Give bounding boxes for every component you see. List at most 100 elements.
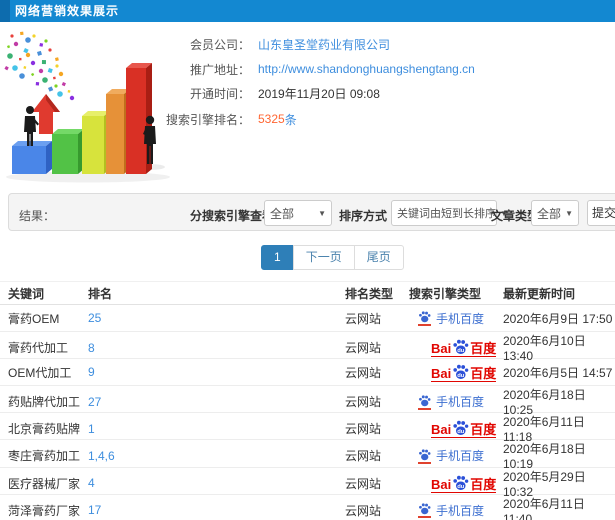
opened-label: 开通时间： bbox=[189, 86, 250, 101]
mobile-baidu-label: 手机百度 bbox=[436, 449, 485, 464]
engine-cell: 手机百度 bbox=[409, 393, 503, 410]
rank-type-cell: 云网站 bbox=[345, 365, 382, 380]
pagination-next[interactable]: 下一页 bbox=[292, 245, 355, 270]
opened-time: 2019年11月20日 09:08 bbox=[258, 86, 380, 101]
mobile-baidu-label: 手机百度 bbox=[436, 311, 485, 326]
article-filter-select[interactable]: 全部 ▼ bbox=[531, 200, 579, 226]
svg-text:du: du bbox=[457, 429, 465, 435]
header-bar: 网络营销效果展示 bbox=[0, 0, 615, 22]
dropdown-caret-icon: ▼ bbox=[565, 208, 573, 218]
engine-cell: Bai du 百度 bbox=[409, 474, 503, 493]
rank-link[interactable]: 25 bbox=[88, 311, 101, 325]
growth-arrow-icon bbox=[32, 94, 60, 134]
rank-type-cell: 云网站 bbox=[345, 476, 382, 491]
submit-button[interactable]: 提交 bbox=[587, 200, 615, 226]
svg-text:du: du bbox=[457, 348, 465, 354]
pagination-last[interactable]: 尾页 bbox=[353, 245, 404, 270]
table-row: 菏泽膏药厂家 17 云网站 手机百度 2020年6月11日 11:40 bbox=[0, 495, 615, 520]
rank-link[interactable]: 1,4,6 bbox=[88, 449, 115, 463]
header-updated: 最新更新时间 bbox=[503, 286, 576, 301]
keyword-cell: 菏泽膏药厂家 bbox=[8, 503, 81, 518]
page: 网络营销效果展示 会员公司： 山东皇圣堂药业有限公司 推广地址： http://… bbox=[0, 0, 615, 520]
header-engine-type: 搜索引擎类型 bbox=[409, 286, 482, 301]
updated-time-cell: 2020年6月5日 14:57 bbox=[503, 365, 613, 380]
baidu-logo-bai: Bai bbox=[431, 476, 452, 492]
engine-filter-select[interactable]: 全部 ▼ bbox=[264, 200, 332, 226]
rank-count-label: 搜索引擎排名： bbox=[165, 112, 250, 127]
account-info: 会员公司： 山东皇圣堂药业有限公司 推广地址： http://www.shand… bbox=[160, 30, 612, 160]
keyword-cell: OEM代加工 bbox=[8, 365, 72, 380]
baidu-logo-suffix: 百度 bbox=[470, 476, 497, 492]
engine-cell: Bai du 百度 bbox=[409, 338, 503, 358]
rank-link[interactable]: 4 bbox=[88, 476, 95, 490]
baidu-logo[interactable]: Bai du 百度 bbox=[431, 474, 497, 493]
mobile-baidu-logo[interactable]: 手机百度 bbox=[418, 310, 484, 327]
table-row: 药贴牌代加工 27 云网站 手机百度 2020年6月18日 10:25 bbox=[0, 386, 615, 417]
keyword-cell: 膏药OEM bbox=[8, 311, 60, 326]
rank-type-cell: 云网站 bbox=[345, 341, 382, 356]
baidu-paw-icon bbox=[418, 310, 431, 327]
baidu-paw-icon: du bbox=[452, 474, 469, 491]
rank-link[interactable]: 1 bbox=[88, 422, 95, 436]
baidu-paw-icon: du bbox=[452, 338, 469, 355]
info-row-opened: 开通时间： 2019年11月20日 09:08 bbox=[160, 86, 380, 101]
pagination: 1 下一页 尾页 bbox=[261, 245, 404, 270]
sort-filter-label: 排序方式 bbox=[339, 209, 388, 223]
url-label: 推广地址： bbox=[189, 62, 250, 77]
rank-type-cell: 云网站 bbox=[345, 311, 382, 326]
table-header: 关键词 排名 排名类型 搜索引擎类型 最新更新时间 bbox=[0, 281, 615, 305]
bar-green bbox=[52, 129, 84, 174]
header-keyword: 关键词 bbox=[8, 286, 45, 301]
company-label: 会员公司： bbox=[189, 37, 250, 52]
results-table: 关键词 排名 排名类型 搜索引擎类型 最新更新时间 膏药OEM 25 云网站 手… bbox=[0, 281, 615, 520]
header-rank: 排名 bbox=[88, 286, 113, 301]
rank-link[interactable]: 17 bbox=[88, 503, 101, 517]
sort-filter-select[interactable]: 关键词由短到长排序 ▼ bbox=[391, 200, 508, 226]
engine-filter-value: 全部 bbox=[270, 206, 295, 221]
mobile-baidu-logo[interactable]: 手机百度 bbox=[418, 393, 484, 410]
company-link[interactable]: 山东皇圣堂药业有限公司 bbox=[258, 36, 390, 53]
rank-count-value: 5325 bbox=[258, 112, 285, 126]
baidu-paw-icon bbox=[418, 502, 431, 519]
rank-link[interactable]: 9 bbox=[88, 365, 95, 379]
baidu-paw-icon bbox=[418, 448, 431, 464]
header-accent bbox=[0, 0, 10, 22]
updated-time-cell: 2020年6月9日 17:50 bbox=[503, 311, 613, 326]
rank-type-cell: 云网站 bbox=[345, 395, 382, 410]
baidu-logo-suffix: 百度 bbox=[470, 341, 497, 357]
svg-text:du: du bbox=[457, 483, 465, 489]
rank-type-cell: 云网站 bbox=[345, 503, 382, 518]
table-row: OEM代加工 9 云网站 Bai du 百度 2020年6月5日 14:57 bbox=[0, 359, 615, 387]
engine-cell: 手机百度 bbox=[409, 502, 503, 519]
sort-filter-value: 关键词由短到长排序 bbox=[397, 208, 496, 220]
svg-text:du: du bbox=[457, 373, 465, 379]
updated-time-cell: 2020年6月11日 11:40 bbox=[503, 496, 585, 520]
engine-cell: 手机百度 bbox=[409, 447, 503, 464]
baidu-logo-bai: Bai bbox=[431, 422, 452, 438]
table-row: 医疗器械厂家 4 云网站 Bai du 百度 2020年5月29日 10:32 bbox=[0, 468, 615, 499]
rank-link[interactable]: 8 bbox=[88, 341, 95, 355]
keyword-cell: 枣庄膏药加工 bbox=[8, 449, 81, 464]
baidu-logo[interactable]: Bai du 百度 bbox=[431, 338, 497, 358]
baidu-logo[interactable]: Bai du 百度 bbox=[431, 419, 497, 439]
article-filter-value: 全部 bbox=[537, 206, 562, 221]
keyword-cell: 膏药代加工 bbox=[8, 341, 69, 356]
info-row-rank-count: 搜索引擎排名： 5325 条 bbox=[160, 112, 297, 127]
baidu-logo[interactable]: Bai du 百度 bbox=[431, 363, 497, 382]
info-row-company: 会员公司： 山东皇圣堂药业有限公司 bbox=[160, 36, 390, 53]
page-title: 网络营销效果展示 bbox=[15, 4, 120, 18]
engine-cell: 手机百度 bbox=[409, 310, 503, 327]
rank-link[interactable]: 27 bbox=[88, 395, 101, 409]
promotion-url-link[interactable]: http://www.shandonghuangshengtang.cn bbox=[258, 62, 475, 76]
mobile-baidu-logo[interactable]: 手机百度 bbox=[418, 447, 484, 464]
confetti-dots bbox=[4, 31, 75, 101]
keyword-cell: 药贴牌代加工 bbox=[8, 395, 81, 410]
mobile-baidu-logo[interactable]: 手机百度 bbox=[418, 502, 484, 519]
keyword-cell: 医疗器械厂家 bbox=[8, 476, 81, 491]
rank-count-suffix: 条 bbox=[284, 112, 297, 127]
pagination-page-1[interactable]: 1 bbox=[261, 245, 294, 270]
updated-time-cell: 2020年6月10日 13:40 bbox=[503, 334, 586, 364]
baidu-paw-icon bbox=[418, 394, 431, 410]
mobile-baidu-label: 手机百度 bbox=[436, 503, 485, 518]
engine-cell: Bai du 百度 bbox=[409, 419, 503, 439]
